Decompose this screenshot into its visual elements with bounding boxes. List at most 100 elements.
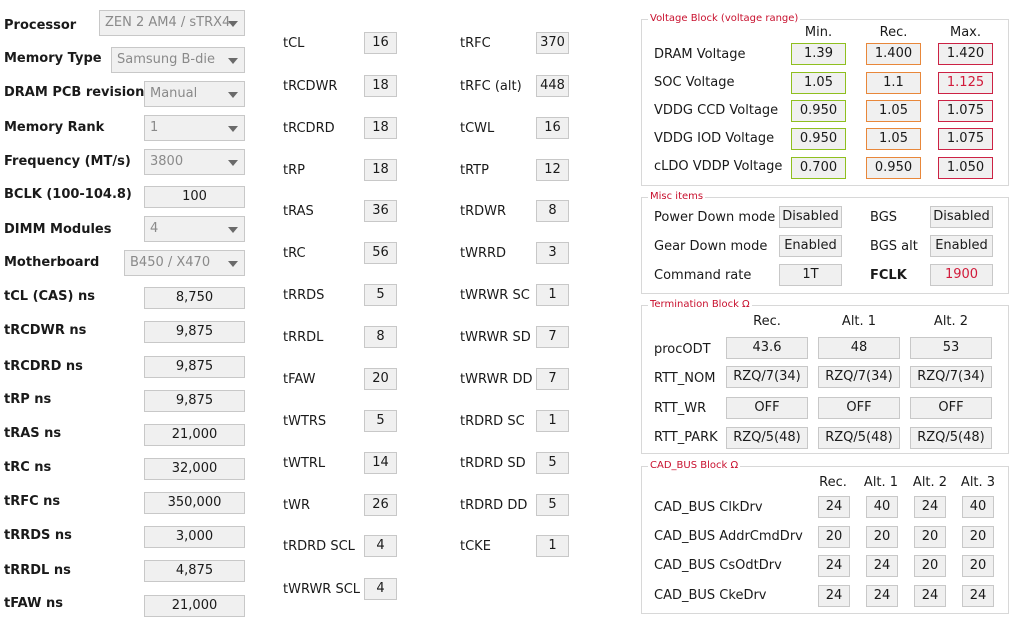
timing-value[interactable]: 448 <box>536 75 569 97</box>
timing-value[interactable]: 16 <box>536 117 569 139</box>
voltage-min[interactable]: 1.39 <box>791 43 846 65</box>
cadbus-row-label: CAD_BUS CsOdtDrv <box>654 558 782 573</box>
power-down-value[interactable]: Disabled <box>779 206 842 228</box>
termination-value[interactable]: RZQ/7(34) <box>910 366 992 388</box>
timing-value[interactable]: 5 <box>364 284 397 306</box>
timing-value[interactable]: 8 <box>536 200 569 222</box>
ns-label: tRP ns <box>4 392 52 407</box>
termination-value[interactable]: RZQ/7(34) <box>818 366 900 388</box>
voltage-min[interactable]: 1.05 <box>791 72 846 94</box>
cadbus-value[interactable]: 24 <box>866 555 898 577</box>
timing-value[interactable]: 5 <box>364 410 397 432</box>
timing-label: tCL <box>283 36 305 51</box>
timing-value[interactable]: 18 <box>364 117 397 139</box>
timing-value[interactable]: 16 <box>364 32 397 54</box>
voltage-max[interactable]: 1.075 <box>938 100 993 122</box>
timing-value[interactable]: 18 <box>364 75 397 97</box>
termination-value[interactable]: 48 <box>818 337 900 359</box>
memory-rank-value: 1 <box>150 120 159 135</box>
timing-value[interactable]: 14 <box>364 452 397 474</box>
ns-label: tRC ns <box>4 460 52 475</box>
timing-value[interactable]: 18 <box>364 159 397 181</box>
termination-value[interactable]: OFF <box>818 397 900 419</box>
timing-value[interactable]: 36 <box>364 200 397 222</box>
processor-select[interactable]: ZEN 2 AM4 / sTRX4 <box>99 10 245 36</box>
cadbus-value[interactable]: 24 <box>818 585 850 607</box>
timing-value[interactable]: 20 <box>364 368 397 390</box>
termination-value[interactable]: RZQ/5(48) <box>818 427 900 449</box>
timing-value[interactable]: 1 <box>536 410 569 432</box>
voltage-min[interactable]: 0.950 <box>791 100 846 122</box>
voltage-rec[interactable]: 1.1 <box>866 72 921 94</box>
termination-value[interactable]: 53 <box>910 337 992 359</box>
cadbus-value[interactable]: 40 <box>962 496 994 518</box>
voltage-min[interactable]: 0.950 <box>791 128 846 150</box>
timing-value[interactable]: 370 <box>536 32 569 54</box>
voltage-rec[interactable]: 0.950 <box>866 157 921 179</box>
timing-label: tCWL <box>460 121 495 136</box>
termination-value[interactable]: RZQ/7(34) <box>726 366 808 388</box>
gear-down-value[interactable]: Enabled <box>779 235 842 257</box>
processor-value: ZEN 2 AM4 / sTRX4 <box>105 15 231 30</box>
cadbus-value[interactable]: 20 <box>914 526 946 548</box>
cadbus-value[interactable]: 24 <box>962 585 994 607</box>
cadbus-value[interactable]: 24 <box>818 555 850 577</box>
voltage-rec[interactable]: 1.05 <box>866 100 921 122</box>
timing-value[interactable]: 26 <box>364 494 397 516</box>
bgs-value[interactable]: Disabled <box>930 206 993 228</box>
ns-value: 21,000 <box>144 424 245 446</box>
memory-type-select[interactable]: Samsung B-die <box>111 47 245 73</box>
voltage-rec[interactable]: 1.400 <box>866 43 921 65</box>
voltage-rec[interactable]: 1.05 <box>866 128 921 150</box>
termination-value[interactable]: RZQ/5(48) <box>726 427 808 449</box>
voltage-max[interactable]: 1.125 <box>938 72 993 94</box>
cadbus-value[interactable]: 20 <box>962 555 994 577</box>
memory-type-label: Memory Type <box>4 51 102 66</box>
termination-value[interactable]: 43.6 <box>726 337 808 359</box>
voltage-min[interactable]: 0.700 <box>791 157 846 179</box>
timing-value[interactable]: 4 <box>364 578 397 600</box>
bclk-input[interactable]: 100 <box>144 186 245 208</box>
bgs-alt-value[interactable]: Enabled <box>930 235 993 257</box>
cadbus-value[interactable]: 20 <box>866 526 898 548</box>
cadbus-value[interactable]: 24 <box>818 496 850 518</box>
frequency-select[interactable]: 3800 <box>144 149 245 175</box>
chevron-down-icon <box>228 227 238 233</box>
memory-rank-label: Memory Rank <box>4 120 105 135</box>
voltage-max[interactable]: 1.420 <box>938 43 993 65</box>
termination-header-alt1: Alt. 1 <box>841 314 877 329</box>
termination-value[interactable]: RZQ/5(48) <box>910 427 992 449</box>
memory-rank-select[interactable]: 1 <box>144 115 245 141</box>
timing-label: tWR <box>283 498 310 513</box>
dimm-modules-select[interactable]: 4 <box>144 216 245 242</box>
timing-value[interactable]: 7 <box>536 368 569 390</box>
cadbus-row-label: CAD_BUS CkeDrv <box>654 588 767 603</box>
termination-value[interactable]: OFF <box>726 397 808 419</box>
pcb-revision-select[interactable]: Manual <box>144 81 245 107</box>
termination-value[interactable]: OFF <box>910 397 992 419</box>
command-rate-value[interactable]: 1T <box>779 264 842 286</box>
timing-value[interactable]: 3 <box>536 242 569 264</box>
cadbus-value[interactable]: 24 <box>914 496 946 518</box>
cadbus-value[interactable]: 40 <box>866 496 898 518</box>
cadbus-value[interactable]: 24 <box>914 585 946 607</box>
timing-value[interactable]: 1 <box>536 535 569 557</box>
timing-value[interactable]: 8 <box>364 326 397 348</box>
voltage-max[interactable]: 1.075 <box>938 128 993 150</box>
fclk-value[interactable]: 1900 <box>930 264 993 286</box>
motherboard-select[interactable]: B450 / X470 <box>124 250 245 276</box>
timing-label: tWTRL <box>283 456 326 471</box>
cadbus-value[interactable]: 20 <box>818 526 850 548</box>
timing-value[interactable]: 1 <box>536 284 569 306</box>
cadbus-value[interactable]: 20 <box>914 555 946 577</box>
timing-value[interactable]: 4 <box>364 535 397 557</box>
timing-value[interactable]: 5 <box>536 494 569 516</box>
voltage-max[interactable]: 1.050 <box>938 157 993 179</box>
timing-value[interactable]: 5 <box>536 452 569 474</box>
timing-label: tCKE <box>460 539 491 554</box>
cadbus-value[interactable]: 20 <box>962 526 994 548</box>
cadbus-value[interactable]: 24 <box>866 585 898 607</box>
timing-value[interactable]: 56 <box>364 242 397 264</box>
timing-value[interactable]: 7 <box>536 326 569 348</box>
timing-value[interactable]: 12 <box>536 159 569 181</box>
